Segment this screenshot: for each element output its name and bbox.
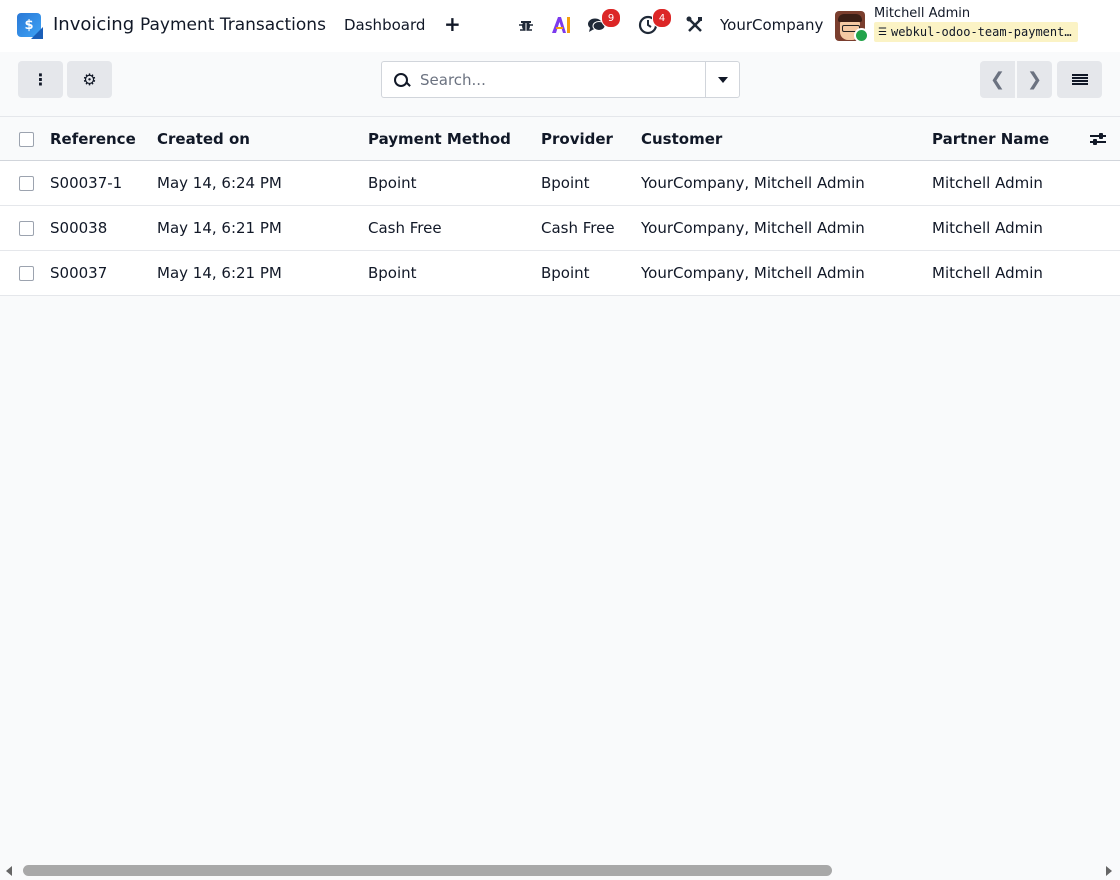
database-chip: ☰ webkul-odoo-team-payment… — [874, 22, 1078, 42]
ai-icon[interactable] — [551, 14, 571, 36]
user-name[interactable]: Mitchell Admin — [874, 6, 970, 21]
app-icon[interactable]: $ — [17, 13, 43, 39]
database-name: webkul-odoo-team-payment… — [890, 25, 1072, 39]
cell-created-on: May 14, 6:24 PM — [157, 174, 282, 192]
cell-empty — [1090, 206, 1120, 251]
header-reference[interactable]: Reference — [50, 117, 157, 161]
cell-payment-method: Cash Free — [368, 219, 442, 237]
table-row[interactable]: S00038 May 14, 6:21 PM Cash Free Cash Fr… — [0, 205, 1120, 251]
pager-next-button[interactable]: ❯ — [1017, 61, 1052, 98]
select-all-checkbox[interactable] — [19, 131, 34, 147]
cell-customer: YourCompany, Mitchell Admin — [641, 219, 865, 237]
control-panel: ⋮ ⚙ ❮ ❯ — [0, 52, 1120, 116]
header-created-on[interactable]: Created on — [157, 117, 368, 161]
cell-payment-method: Bpoint — [368, 264, 417, 282]
search-bar — [381, 61, 706, 98]
actions-menu-icon: ⋮ — [32, 70, 49, 89]
cell-provider: Cash Free — [541, 219, 615, 237]
header-partner-name[interactable]: Partner Name — [932, 117, 1090, 161]
cell-empty — [1090, 161, 1120, 206]
gear-icon: ⚙ — [82, 70, 97, 89]
cell-payment-method: Bpoint — [368, 174, 417, 192]
tools-icon[interactable] — [686, 14, 704, 36]
company-switcher[interactable]: YourCompany — [720, 16, 823, 34]
activity-badge: 4 — [652, 8, 672, 28]
online-status-dot — [854, 28, 869, 43]
row-select-cell — [0, 206, 50, 251]
sliders-icon — [1090, 133, 1106, 145]
search-input[interactable] — [418, 69, 692, 90]
row-select-cell — [0, 161, 50, 206]
table-row[interactable]: S00037-1 May 14, 6:24 PM Bpoint Bpoint Y… — [0, 160, 1120, 206]
cell-reference: S00037-1 — [50, 174, 123, 192]
cell-provider: Bpoint — [541, 174, 590, 192]
clock-icon[interactable]: 4 — [638, 8, 672, 36]
cell-reference: S00037 — [50, 264, 108, 282]
search-icon — [394, 72, 408, 87]
menu-dashboard[interactable]: Dashboard — [344, 16, 425, 34]
transactions-table: Reference Created on Payment Method Prov… — [0, 116, 1120, 296]
bug-icon[interactable] — [518, 14, 534, 36]
header-customer[interactable]: Customer — [641, 117, 932, 161]
cell-provider: Bpoint — [541, 264, 590, 282]
cell-partner-name: Mitchell Admin — [932, 264, 1043, 282]
chat-badge: 9 — [601, 8, 621, 28]
cell-customer: YourCompany, Mitchell Admin — [641, 264, 865, 282]
row-checkbox[interactable] — [19, 266, 34, 281]
database-icon: ☰ — [878, 26, 887, 38]
settings-button[interactable]: ⚙ — [67, 61, 112, 98]
optional-columns-toggle[interactable] — [1090, 117, 1120, 161]
actions-menu-button[interactable]: ⋮ — [18, 61, 63, 98]
header-provider[interactable]: Provider — [541, 117, 641, 161]
search-options-toggle[interactable] — [705, 61, 740, 98]
add-menu-button[interactable]: + — [444, 12, 461, 36]
chat-icon[interactable]: 9 — [587, 8, 621, 36]
table-header-row: Reference Created on Payment Method Prov… — [0, 116, 1120, 161]
row-select-cell — [0, 251, 50, 296]
avatar-hair — [838, 14, 862, 22]
scroll-right-icon[interactable] — [1106, 866, 1112, 876]
cell-partner-name: Mitchell Admin — [932, 219, 1043, 237]
menu-payment-transactions[interactable]: Payment Transactions — [140, 15, 326, 35]
cell-created-on: May 14, 6:21 PM — [157, 219, 282, 237]
select-all-cell — [0, 117, 50, 161]
table-row[interactable]: S00037 May 14, 6:21 PM Bpoint Bpoint You… — [0, 250, 1120, 296]
cell-created-on: May 14, 6:21 PM — [157, 264, 282, 282]
list-view-button[interactable] — [1057, 61, 1102, 98]
chevron-left-icon: ❮ — [989, 69, 1006, 90]
app-name[interactable]: Invoicing — [53, 14, 134, 35]
horizontal-scrollbar[interactable] — [0, 862, 1120, 880]
chevron-right-icon: ❯ — [1026, 69, 1043, 90]
dollar-glyph: $ — [24, 17, 34, 33]
row-checkbox[interactable] — [19, 176, 34, 191]
scroll-left-icon[interactable] — [6, 866, 12, 876]
list-view-icon — [1071, 73, 1088, 86]
cell-empty — [1090, 251, 1120, 296]
header-payment-method[interactable]: Payment Method — [368, 117, 541, 161]
top-navbar: $ Invoicing Payment Transactions Dashboa… — [0, 0, 1120, 52]
caret-down-icon — [717, 76, 728, 83]
cell-customer: YourCompany, Mitchell Admin — [641, 174, 865, 192]
scrollbar-thumb[interactable] — [23, 865, 832, 876]
row-checkbox[interactable] — [19, 221, 34, 236]
cell-partner-name: Mitchell Admin — [932, 174, 1043, 192]
cell-reference: S00038 — [50, 219, 108, 237]
pager-previous-button[interactable]: ❮ — [980, 61, 1015, 98]
